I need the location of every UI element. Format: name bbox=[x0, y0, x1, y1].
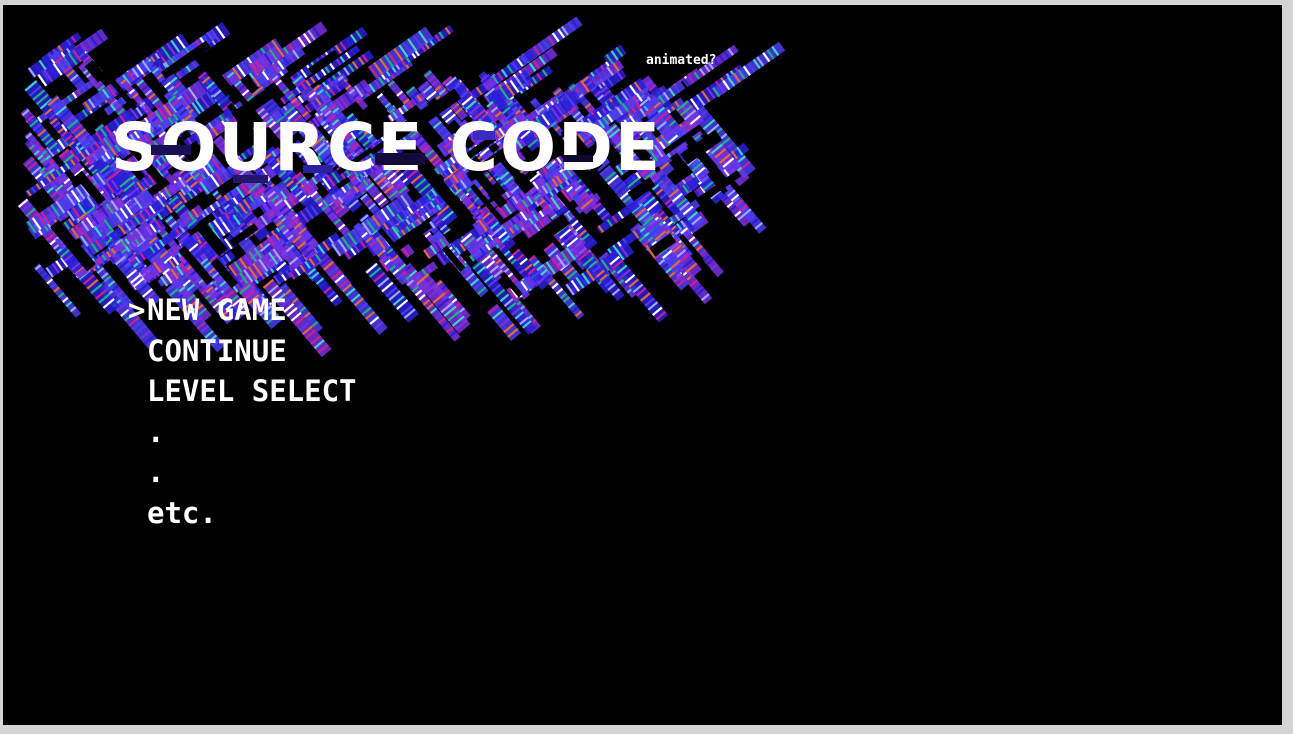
menu-item-etc[interactable]: etc. bbox=[128, 493, 357, 534]
menu-item-ellipsis-1: . bbox=[128, 412, 357, 453]
menu-item-new-game[interactable]: >NEW GAME bbox=[128, 290, 357, 331]
menu-item-continue[interactable]: CONTINUE bbox=[128, 331, 357, 372]
menu-item-label: CONTINUE bbox=[147, 333, 287, 368]
menu-item-label: . bbox=[147, 414, 165, 449]
menu-item-label: . bbox=[147, 455, 165, 489]
animated-note: animated? bbox=[646, 53, 717, 68]
main-menu: >NEW GAME CONTINUE LEVEL SELECT . . etc. bbox=[128, 290, 357, 533]
glitch-stripe bbox=[711, 41, 786, 98]
menu-item-label: etc. bbox=[147, 495, 217, 530]
game-screen: SOURCE CODE animated? >NEW GAME CONTINUE… bbox=[3, 5, 1282, 725]
menu-item-label: NEW GAME bbox=[147, 293, 287, 327]
game-title: SOURCE CODE bbox=[111, 109, 662, 186]
menu-item-label: LEVEL SELECT bbox=[147, 374, 357, 408]
menu-item-ellipsis-2: . bbox=[128, 452, 357, 493]
menu-item-level-select[interactable]: LEVEL SELECT bbox=[128, 371, 357, 412]
selection-cursor: > bbox=[128, 293, 146, 327]
